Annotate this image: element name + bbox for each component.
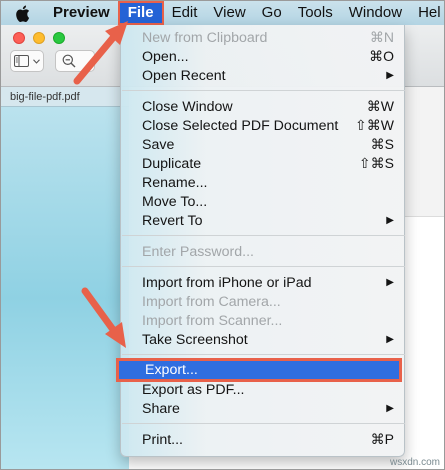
menu-item-label: Import from iPhone or iPad	[142, 274, 312, 291]
menu-item-save[interactable]: Save ⌘S	[121, 135, 406, 154]
menu-item-label: Revert To	[142, 212, 203, 229]
menu-item-label: New from Clipboard	[142, 29, 268, 46]
menu-file[interactable]: File	[117, 1, 164, 25]
menu-item-close-selected-pdf-document[interactable]: Close Selected PDF Document ⇧⌘W	[121, 116, 406, 135]
menu-item-import-from-camera: Import from Camera...	[121, 292, 406, 311]
menu-item-rename[interactable]: Rename...	[121, 173, 406, 192]
menu-item-label: Export as PDF...	[142, 381, 245, 398]
sidebar-view-button[interactable]	[10, 50, 44, 72]
menu-item-open-recent[interactable]: Open Recent ▶	[121, 66, 406, 85]
menu-item-duplicate[interactable]: Duplicate ⇧⌘S	[121, 154, 406, 173]
menu-item-label: Enter Password...	[142, 243, 254, 260]
menu-item-label: Duplicate	[142, 155, 202, 172]
thumbnail-sidebar[interactable]	[1, 87, 129, 469]
menu-item-shortcut: ⌘O	[369, 48, 394, 64]
menu-item-take-screenshot[interactable]: Take Screenshot ▶	[121, 330, 406, 349]
menu-window[interactable]: Window	[341, 1, 410, 25]
chevron-down-icon	[33, 58, 40, 64]
menu-item-shortcut: ⇧⌘W	[355, 117, 394, 133]
submenu-arrow-icon: ▶	[386, 403, 394, 414]
submenu-arrow-icon: ▶	[386, 70, 394, 81]
sidebar-toggle-icon	[14, 55, 29, 67]
submenu-arrow-icon: ▶	[386, 215, 394, 226]
menu-item-label: Rename...	[142, 174, 208, 191]
zoom-out-button[interactable]	[55, 50, 95, 72]
minimize-window-button[interactable]	[33, 32, 45, 44]
menu-item-label: Open Recent	[142, 67, 226, 84]
apple-logo-icon	[15, 5, 29, 22]
apple-menu[interactable]	[11, 1, 33, 25]
menu-item-export-as-pdf[interactable]: Export as PDF...	[121, 380, 406, 399]
document-tab[interactable]: big-file-pdf.pdf	[1, 87, 129, 107]
menu-item-export[interactable]: Export...	[116, 358, 402, 382]
menu-item-label: Close Selected PDF Document	[142, 117, 339, 134]
watermark: wsxdn.com	[389, 457, 440, 468]
document-page	[404, 216, 444, 469]
menu-item-shortcut: ⌘S	[370, 136, 394, 152]
menu-item-enter-password: Enter Password...	[121, 242, 406, 261]
menu-item-close-window[interactable]: Close Window ⌘W	[121, 97, 406, 116]
menu-separator	[122, 90, 405, 91]
menu-item-move-to[interactable]: Move To...	[121, 192, 406, 211]
zoom-window-button[interactable]	[53, 32, 65, 44]
submenu-arrow-icon: ▶	[386, 334, 394, 345]
menu-edit[interactable]: Edit	[164, 1, 206, 25]
menu-help[interactable]: Hel	[410, 1, 441, 25]
menu-separator	[122, 423, 405, 424]
menu-item-label: Import from Camera...	[142, 293, 281, 310]
close-window-button[interactable]	[13, 32, 25, 44]
menu-item-shortcut: ⌘N	[369, 29, 394, 45]
menu-item-label: Export...	[145, 362, 198, 378]
menu-separator	[122, 235, 405, 236]
submenu-arrow-icon: ▶	[386, 277, 394, 288]
menu-item-shortcut: ⌘P	[370, 431, 394, 447]
menu-item-label: Save	[142, 136, 175, 153]
menu-item-shortcut: ⇧⌘S	[358, 155, 394, 171]
menu-app-preview[interactable]: Preview	[49, 1, 118, 25]
menu-separator	[122, 354, 405, 355]
menu-item-label: Close Window	[142, 98, 233, 115]
menu-go[interactable]: Go	[254, 1, 290, 25]
menu-bar: Preview File Edit View Go Tools Window H…	[1, 1, 444, 25]
screenshot-frame: big-file-pdf.pdf Preview File Edit View …	[0, 0, 445, 470]
menu-item-label: Take Screenshot	[142, 331, 248, 348]
zoom-out-icon	[62, 54, 76, 68]
menu-item-share[interactable]: Share ▶	[121, 399, 406, 418]
menu-item-print[interactable]: Print... ⌘P	[121, 430, 406, 449]
file-menu-dropdown: New from Clipboard ⌘N Open... ⌘O Open Recent…	[116, 25, 406, 457]
menu-item-import-from-scanner: Import from Scanner...	[121, 311, 406, 330]
menu-item-label: Share	[142, 400, 180, 417]
menu-item-label: Open...	[142, 48, 189, 65]
menu-item-open[interactable]: Open... ⌘O	[121, 47, 406, 66]
menu-item-import-from-iphone-or-ipad[interactable]: Import from iPhone or iPad ▶	[121, 273, 406, 292]
menu-item-shortcut: ⌘W	[366, 98, 394, 114]
menu-view[interactable]: View	[205, 1, 253, 25]
menu-tools[interactable]: Tools	[290, 1, 341, 25]
menu-item-label: Print...	[142, 431, 183, 448]
menu-item-label: Import from Scanner...	[142, 312, 283, 329]
menu-item-new-from-clipboard: New from Clipboard ⌘N	[121, 28, 406, 47]
menu-item-label: Move To...	[142, 193, 208, 210]
menu-item-revert-to[interactable]: Revert To ▶	[121, 211, 406, 230]
menu-separator	[122, 266, 405, 267]
